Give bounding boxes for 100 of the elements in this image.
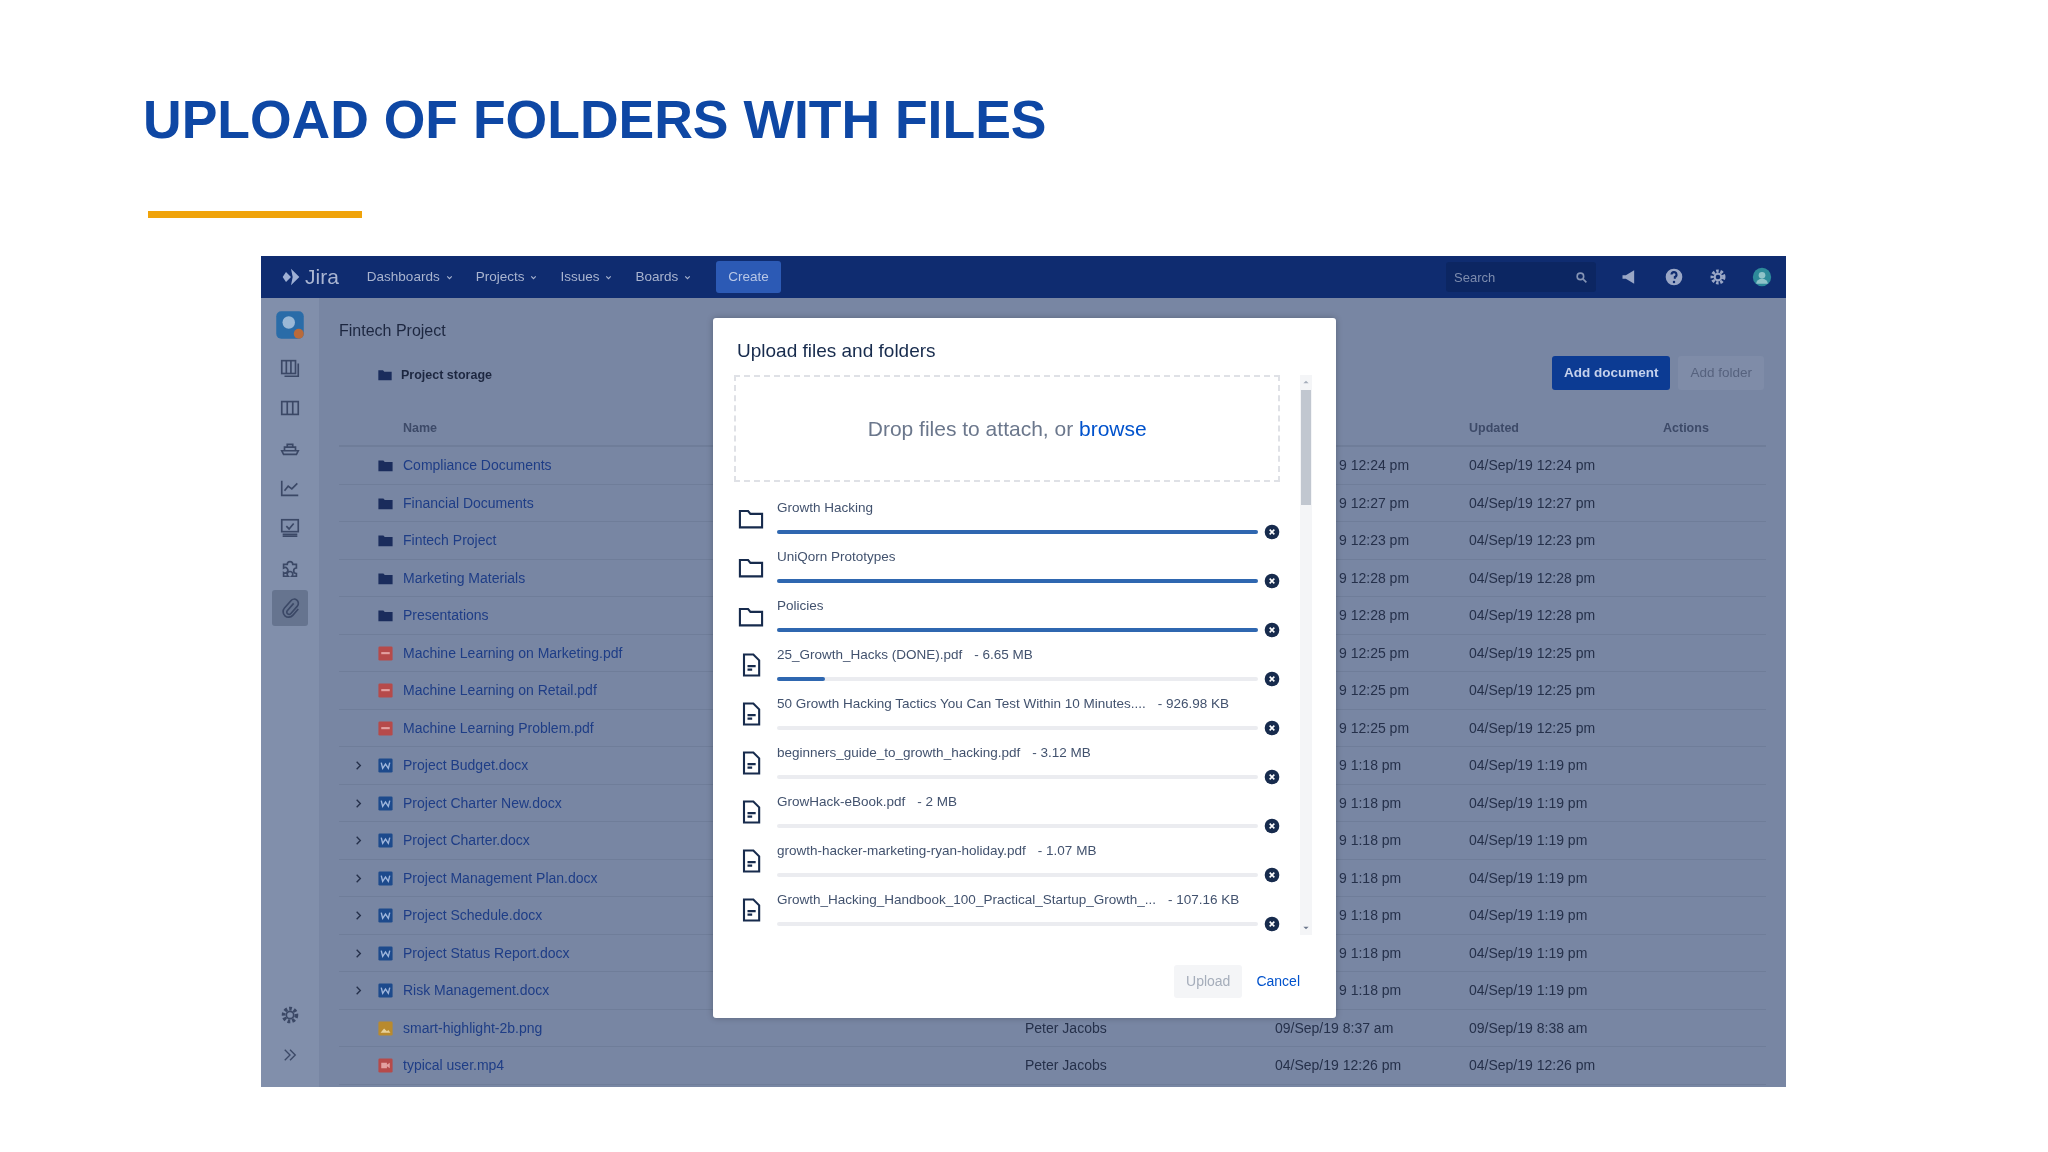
scroll-up-icon bbox=[1302, 378, 1311, 386]
file-link[interactable]: Machine Learning on Marketing.pdf bbox=[403, 644, 623, 661]
column-header: Name bbox=[403, 420, 438, 435]
document-file-icon bbox=[377, 869, 394, 887]
file-link[interactable]: Financial Documents bbox=[403, 494, 534, 511]
updated-date: 04/Sep/19 1:19 pm bbox=[1469, 794, 1588, 811]
create-button[interactable]: Create bbox=[716, 261, 781, 294]
file-link[interactable]: Project Schedule.docx bbox=[403, 907, 543, 924]
created-date: 9 12:27 pm bbox=[1339, 494, 1410, 511]
column-header: Actions bbox=[1663, 420, 1709, 435]
file-link[interactable]: Machine Learning Problem.pdf bbox=[403, 719, 594, 736]
close-icon[interactable] bbox=[1264, 573, 1281, 589]
created-date: 9 12:28 pm bbox=[1339, 569, 1410, 586]
close-icon[interactable] bbox=[1264, 769, 1281, 785]
add-document-button[interactable]: Add document bbox=[1551, 356, 1671, 391]
file-link[interactable]: Project Management Plan.docx bbox=[403, 869, 598, 886]
created-date: 09/Sep/19 8:37 am bbox=[1275, 1019, 1394, 1036]
nav-menu[interactable]: Projects bbox=[467, 263, 547, 292]
image-file-icon bbox=[377, 1019, 394, 1037]
browse-link[interactable]: browse bbox=[1079, 416, 1147, 440]
sidebar-item[interactable] bbox=[272, 590, 308, 627]
upload-file-name: Growth_Hacking_Handbook_100_Practical_Startup_Growth_... bbox=[777, 892, 1156, 907]
avatar-icon[interactable] bbox=[1752, 267, 1772, 288]
jira-logo-icon bbox=[281, 267, 301, 288]
dialog-title: Upload files and folders bbox=[737, 340, 937, 363]
file-link[interactable]: Presentations bbox=[403, 607, 489, 624]
scroll-down-icon bbox=[1302, 924, 1311, 932]
updated-date: 04/Sep/19 1:19 pm bbox=[1469, 832, 1588, 849]
file-size: - 2 MB bbox=[917, 794, 958, 809]
updated-date: 04/Sep/19 12:28 pm bbox=[1469, 569, 1596, 586]
created-date: 9 1:18 pm bbox=[1339, 794, 1402, 811]
updated-date: 04/Sep/19 1:19 pm bbox=[1469, 982, 1588, 999]
file-link[interactable]: Machine Learning on Retail.pdf bbox=[403, 682, 597, 699]
file-size: - 6.65 MB bbox=[974, 647, 1033, 662]
updated-date: 04/Sep/19 12:23 pm bbox=[1469, 532, 1596, 549]
file-size: - 107.16 KB bbox=[1168, 892, 1240, 907]
file-size: - 3.12 MB bbox=[1032, 745, 1091, 760]
document-file-icon bbox=[377, 944, 394, 962]
board-icon bbox=[279, 357, 301, 380]
file-size: - 926.98 KB bbox=[1157, 696, 1229, 711]
close-icon[interactable] bbox=[1264, 622, 1281, 638]
document-file-icon bbox=[377, 794, 394, 812]
file-link[interactable]: Project Status Report.docx bbox=[403, 944, 570, 961]
file-link[interactable]: typical user.mp4 bbox=[403, 1057, 505, 1074]
drop-zone[interactable]: Drop files to attach, or browse bbox=[734, 375, 1281, 482]
updated-date: 04/Sep/19 12:25 pm bbox=[1469, 719, 1596, 736]
file-link[interactable]: Project Budget.docx bbox=[403, 757, 529, 774]
file-link[interactable]: Project Charter New.docx bbox=[403, 794, 562, 811]
nav-menu[interactable]: Issues bbox=[552, 263, 622, 292]
updated-date: 04/Sep/19 12:25 pm bbox=[1469, 682, 1596, 699]
help-icon[interactable] bbox=[1664, 267, 1684, 288]
updated-date: 04/Sep/19 12:24 pm bbox=[1469, 457, 1596, 474]
close-icon[interactable] bbox=[1264, 916, 1281, 932]
pdf-file-icon bbox=[377, 682, 394, 700]
file-link[interactable]: Fintech Project bbox=[403, 532, 497, 549]
document-file-icon bbox=[377, 832, 394, 850]
pdf-file-icon bbox=[377, 644, 394, 662]
created-date: 9 1:18 pm bbox=[1339, 869, 1402, 886]
created-date: 9 12:24 pm bbox=[1339, 457, 1410, 474]
close-icon[interactable] bbox=[1264, 671, 1281, 687]
slide-title: UPLOAD OF FOLDERS WITH FILES bbox=[142, 89, 1048, 151]
file-link[interactable]: smart-highlight-2b.png bbox=[403, 1019, 543, 1036]
document-file-icon bbox=[377, 757, 394, 775]
file-link[interactable]: Project Charter.docx bbox=[403, 832, 530, 849]
nav-menu[interactable]: Dashboards bbox=[358, 263, 462, 292]
search-field[interactable]: Search bbox=[1446, 262, 1596, 293]
updated-date: 04/Sep/19 12:27 pm bbox=[1469, 494, 1596, 511]
updated-date: 04/Sep/19 1:19 pm bbox=[1469, 869, 1588, 886]
project-title: Fintech Project bbox=[339, 321, 447, 342]
search-icon bbox=[1575, 271, 1588, 285]
owner-name: Peter Jacobs bbox=[1025, 1057, 1107, 1074]
scrollbar[interactable] bbox=[1300, 375, 1312, 935]
pdf-file-icon bbox=[377, 719, 394, 737]
created-date: 9 1:18 pm bbox=[1339, 907, 1402, 924]
created-date: 9 12:25 pm bbox=[1339, 719, 1410, 736]
updated-date: 09/Sep/19 8:38 am bbox=[1469, 1019, 1588, 1036]
updated-date: 04/Sep/19 12:25 pm bbox=[1469, 644, 1596, 661]
scroll-thumb[interactable] bbox=[1301, 390, 1312, 505]
upload-file-name: UniQorn Prototypes bbox=[777, 549, 896, 564]
created-date: 9 1:18 pm bbox=[1339, 757, 1402, 774]
storage-title: Project storage bbox=[401, 366, 492, 384]
created-date: 9 1:18 pm bbox=[1339, 944, 1402, 961]
file-link[interactable]: Risk Management.docx bbox=[403, 982, 550, 999]
updated-date: 04/Sep/19 1:19 pm bbox=[1469, 907, 1588, 924]
close-icon[interactable] bbox=[1264, 867, 1281, 883]
close-icon[interactable] bbox=[1264, 524, 1281, 540]
file-link[interactable]: Marketing Materials bbox=[403, 569, 526, 586]
created-date: 9 12:28 pm bbox=[1339, 607, 1410, 624]
close-icon[interactable] bbox=[1264, 720, 1281, 736]
created-date: 9 12:23 pm bbox=[1339, 532, 1410, 549]
logo-text: Jira bbox=[305, 264, 339, 291]
created-date: 04/Sep/19 12:26 pm bbox=[1275, 1057, 1402, 1074]
file-link[interactable]: Compliance Documents bbox=[403, 457, 552, 474]
upload-file-name: Growth Hacking bbox=[777, 500, 874, 515]
created-date: 9 1:18 pm bbox=[1339, 982, 1402, 999]
paperclip-icon bbox=[279, 597, 301, 620]
close-icon[interactable] bbox=[1264, 818, 1281, 834]
nav-menu[interactable]: Boards bbox=[627, 263, 701, 292]
created-date: 9 12:25 pm bbox=[1339, 644, 1410, 661]
cancel-button[interactable]: Cancel bbox=[1252, 965, 1304, 998]
